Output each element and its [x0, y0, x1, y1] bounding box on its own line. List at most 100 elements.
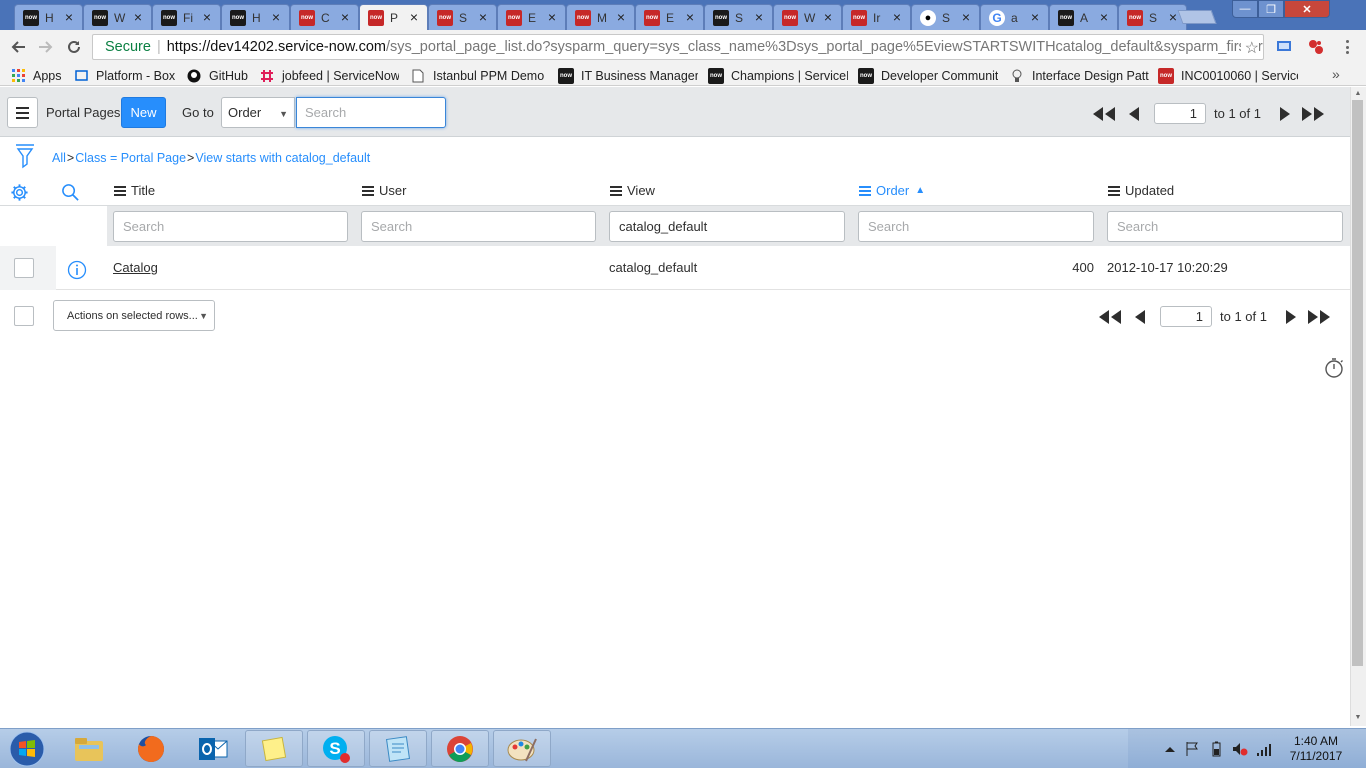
column-header-order[interactable]: Order ▲	[859, 183, 925, 198]
close-tab-icon[interactable]: ×	[752, 10, 766, 24]
browser-tab[interactable]: now S ×	[428, 4, 497, 30]
new-record-button[interactable]: New	[121, 97, 166, 128]
battery-icon[interactable]	[1208, 741, 1224, 757]
extension-icon[interactable]	[1276, 38, 1292, 54]
browser-tab[interactable]: Ga ×	[980, 4, 1049, 30]
actions-select[interactable]: Actions on selected rows... ▼	[53, 300, 215, 331]
filter-icon[interactable]	[15, 143, 35, 169]
close-tab-icon[interactable]: ×	[959, 10, 973, 24]
bookmark-item[interactable]: now Developer Communit	[858, 67, 998, 84]
browser-tab[interactable]: now Ir ×	[842, 4, 911, 30]
gear-icon[interactable]	[10, 183, 29, 202]
browser-tab[interactable]: now H ×	[14, 4, 83, 30]
bookmark-item[interactable]: now IT Business Managem	[558, 67, 698, 84]
breadcrumb-class-link[interactable]: Class = Portal Page	[75, 151, 186, 165]
bookmark-item[interactable]: now Champions | ServiceN	[708, 67, 848, 84]
close-tab-icon[interactable]: ×	[476, 10, 490, 24]
browser-tab[interactable]: now W ×	[83, 4, 152, 30]
taskbar-sticky-notes[interactable]	[245, 730, 303, 767]
taskbar-skype[interactable]: S	[307, 730, 365, 767]
updated-search-input[interactable]	[1107, 211, 1343, 242]
column-header-title[interactable]: Title	[114, 183, 155, 198]
bookmark-star-icon[interactable]: ☆	[1240, 38, 1259, 58]
bookmark-item[interactable]: Interface Design Patte	[1009, 67, 1149, 84]
show-hidden-icons-button[interactable]	[1162, 741, 1178, 757]
browser-tab[interactable]: now P ×	[359, 4, 428, 30]
last-page-button[interactable]	[1301, 106, 1325, 122]
previous-page-button[interactable]	[1134, 309, 1146, 325]
column-header-view[interactable]: View	[610, 183, 655, 198]
close-tab-icon[interactable]: ×	[614, 10, 628, 24]
column-header-updated[interactable]: Updated	[1108, 183, 1174, 198]
servicenow-extension-icon[interactable]	[1307, 38, 1325, 56]
browser-tab[interactable]: now Fi ×	[152, 4, 221, 30]
browser-tab[interactable]: now C ×	[290, 4, 359, 30]
bookmarks-overflow-button[interactable]: »	[1332, 66, 1340, 82]
next-page-button[interactable]	[1285, 309, 1297, 325]
row-checkbox[interactable]	[14, 258, 34, 278]
bookmark-item[interactable]: jobfeed | ServiceNow	[259, 67, 399, 84]
page-number-input[interactable]	[1154, 103, 1206, 124]
column-menu-icon[interactable]	[114, 185, 126, 196]
browser-tab[interactable]: now S ×	[1118, 4, 1187, 30]
first-page-button[interactable]	[1098, 309, 1122, 325]
order-search-input[interactable]	[858, 211, 1094, 242]
browser-menu-icon[interactable]	[1341, 37, 1353, 57]
bookmark-item[interactable]: Apps	[10, 67, 62, 84]
close-tab-icon[interactable]: ×	[1097, 10, 1111, 24]
close-tab-icon[interactable]: ×	[407, 10, 421, 24]
info-icon[interactable]	[67, 260, 87, 280]
goto-field-select[interactable]: Order ▼	[221, 97, 295, 128]
title-search-input[interactable]	[113, 211, 348, 242]
close-tab-icon[interactable]: ×	[1028, 10, 1042, 24]
first-page-button[interactable]	[1092, 106, 1116, 122]
close-tab-icon[interactable]: ×	[338, 10, 352, 24]
browser-tab[interactable]: ● S ×	[911, 4, 980, 30]
network-signal-icon[interactable]	[1256, 741, 1272, 757]
taskbar-clock[interactable]: 1:40 AM 7/11/2017	[1286, 734, 1346, 764]
breadcrumb-view-link[interactable]: View starts with catalog_default	[195, 151, 370, 165]
close-window-button[interactable]: ✕	[1284, 0, 1330, 18]
close-tab-icon[interactable]: ×	[890, 10, 904, 24]
bookmark-item[interactable]: GitHub	[186, 67, 248, 84]
cell-title-link[interactable]: Catalog	[113, 260, 158, 275]
list-context-menu-button[interactable]	[7, 97, 38, 128]
scroll-down-arrow-icon[interactable]: ▼	[1351, 714, 1365, 724]
browser-tab[interactable]: now E ×	[635, 4, 704, 30]
next-page-button[interactable]	[1279, 106, 1291, 122]
taskbar-chrome[interactable]	[431, 730, 489, 767]
column-menu-icon[interactable]	[362, 185, 374, 196]
close-tab-icon[interactable]: ×	[269, 10, 283, 24]
column-menu-icon[interactable]	[859, 185, 871, 196]
column-menu-icon[interactable]	[1108, 185, 1120, 196]
bookmark-item[interactable]: now INC0010060 | Service	[1158, 67, 1298, 84]
close-tab-icon[interactable]: ×	[821, 10, 835, 24]
page-number-input[interactable]	[1160, 306, 1212, 327]
taskbar-notepad[interactable]	[369, 730, 427, 767]
action-center-icon[interactable]	[1184, 741, 1200, 757]
scroll-up-arrow-icon[interactable]: ▲	[1351, 90, 1365, 100]
column-menu-icon[interactable]	[610, 185, 622, 196]
new-tab-button[interactable]	[1177, 10, 1217, 24]
taskbar-firefox[interactable]	[122, 730, 180, 767]
breadcrumb-all-link[interactable]: All	[52, 151, 66, 165]
address-bar[interactable]: Secure | https://dev14202.service-now.co…	[92, 34, 1264, 60]
browser-tab[interactable]: now M ×	[566, 4, 635, 30]
last-page-button[interactable]	[1307, 309, 1331, 325]
browser-tab[interactable]: now W ×	[773, 4, 842, 30]
view-search-input[interactable]	[609, 211, 845, 242]
start-button[interactable]	[2, 729, 52, 768]
browser-tab[interactable]: now S ×	[704, 4, 773, 30]
user-search-input[interactable]	[361, 211, 596, 242]
browser-tab[interactable]: now E ×	[497, 4, 566, 30]
taskbar-paint[interactable]	[493, 730, 551, 767]
search-icon[interactable]	[61, 183, 80, 202]
taskbar-outlook[interactable]	[184, 730, 242, 767]
close-tab-icon[interactable]: ×	[131, 10, 145, 24]
stopwatch-icon[interactable]	[1324, 357, 1344, 379]
close-tab-icon[interactable]: ×	[545, 10, 559, 24]
bookmark-item[interactable]: Platform - Box	[73, 67, 175, 84]
bookmark-item[interactable]: Istanbul PPM Demo	[410, 67, 544, 84]
close-tab-icon[interactable]: ×	[200, 10, 214, 24]
close-tab-icon[interactable]: ×	[62, 10, 76, 24]
